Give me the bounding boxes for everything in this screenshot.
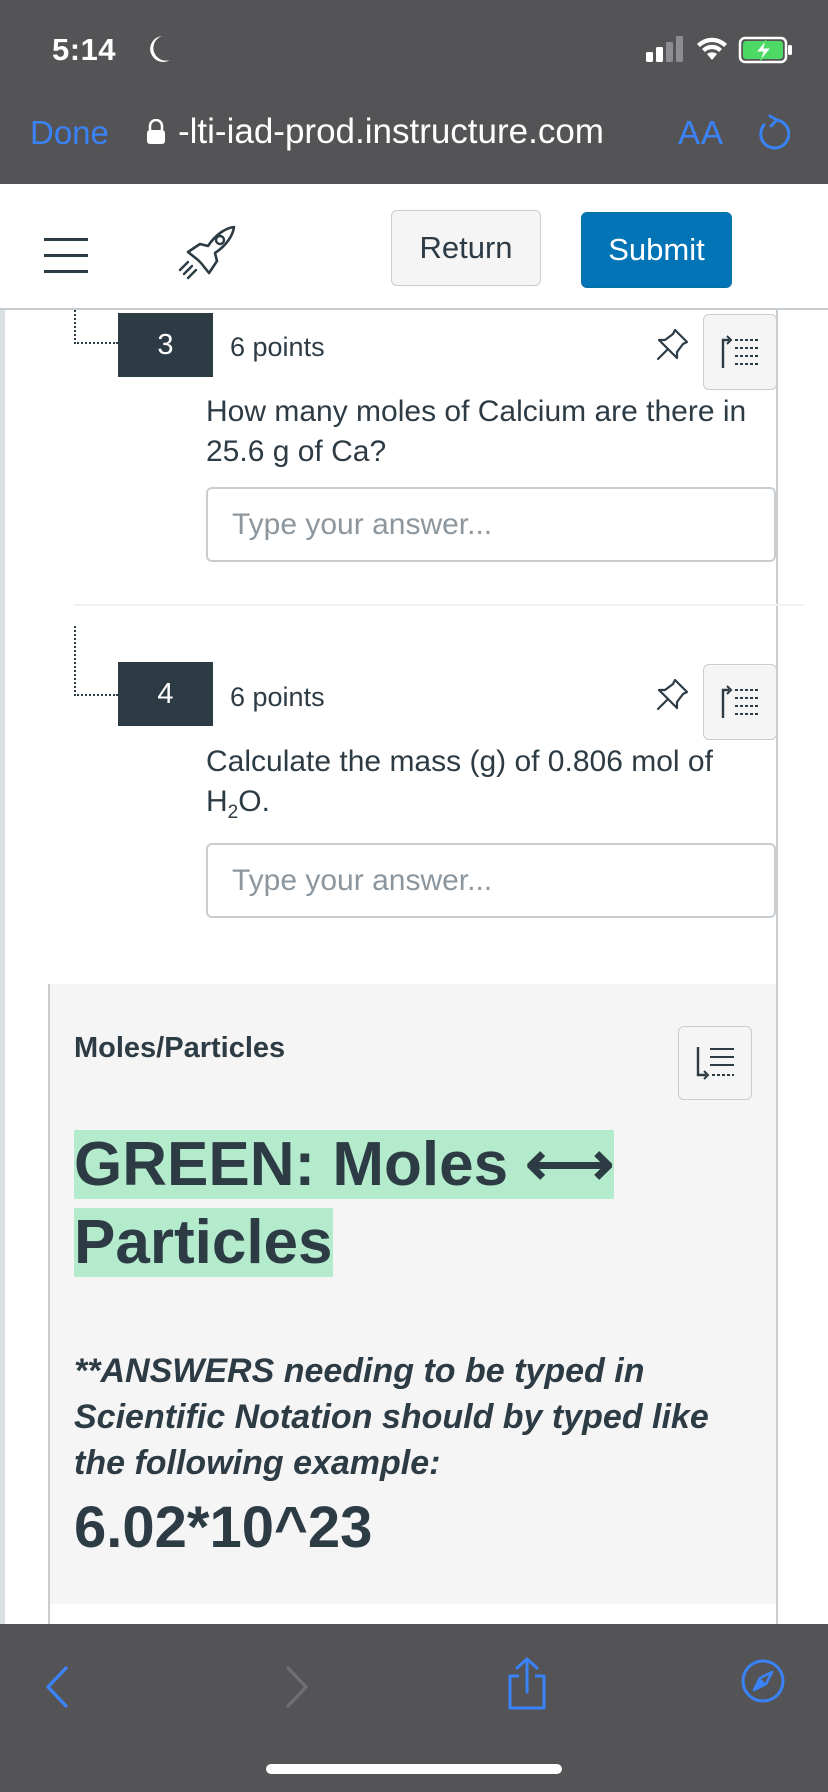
status-time: 5:14 [52,32,170,68]
question-text-end: O. [238,785,270,818]
content-right-border [776,310,778,1624]
home-indicator[interactable] [266,1764,562,1774]
url-bar[interactable]: -lti-iad-prod.instructure.com [146,112,604,152]
flag-question-icon [721,335,759,368]
question-connector [74,310,118,344]
status-time-text: 5:14 [52,32,117,67]
text-size-button[interactable]: AA [678,114,724,152]
reload-icon[interactable] [756,114,790,152]
forward-icon [286,1666,308,1708]
moon-icon [148,34,172,72]
battery-charging-icon [738,36,792,64]
question-number-badge: 4 [118,662,213,726]
highlighted-heading: GREEN: Moles ⟷ Particles [74,1126,694,1282]
submit-button[interactable]: Submit [581,212,732,288]
text-block-flag-button[interactable] [678,1026,752,1100]
answer-input[interactable] [206,487,776,562]
pin-icon[interactable] [655,326,691,362]
share-icon[interactable] [504,1656,550,1712]
flag-question-button[interactable] [703,664,777,740]
done-button[interactable]: Done [30,114,109,152]
rocket-icon [178,225,236,280]
text-size-label: AA [678,114,725,151]
cellular-signal-icon [646,36,683,62]
question-points: 6 points [230,682,325,712]
answer-input[interactable] [206,843,776,918]
lock-icon [147,119,165,144]
question-divider [74,604,804,606]
scientific-notation-note: **ANSWERS needing to be typed in Scienti… [74,1352,709,1482]
url-text: -lti-iad-prod.instructure.com [178,112,604,151]
text-block-title: Moles/Particles [74,1032,286,1064]
status-indicators [646,36,796,66]
menu-icon[interactable] [44,238,88,274]
wifi-icon [697,37,727,60]
heading-highlight: GREEN: Moles ⟷ Particles [74,1130,615,1277]
quiz-header: Return Submit [0,184,828,310]
question-text: Calculate the mass (g) of 0.806 mol of H… [206,742,772,833]
text-only-question: Moles/Particles GREEN: Moles ⟷ Particles… [50,984,776,1604]
back-icon[interactable] [40,1664,74,1710]
question-text-main: Calculate the mass (g) of 0.806 mol of H [206,745,713,818]
compass-icon[interactable] [740,1658,786,1704]
return-button[interactable]: Return [391,210,541,286]
flag-question-icon [721,685,759,718]
browser-top-chrome: 5:14 Done -lti-iad-prod.instructure.com … [0,0,828,184]
question-points: 6 points [230,332,325,362]
question-connector [74,626,118,696]
browser-bottom-toolbar [0,1624,828,1792]
pin-icon[interactable] [655,676,691,712]
flag-question-icon [696,1047,734,1080]
question-number-badge: 3 [118,313,213,377]
scientific-notation-example: 6.02*10^23 [74,1495,373,1560]
question-text-subscript: 2 [227,802,239,823]
flag-question-button[interactable] [703,314,777,390]
question-text: How many moles of Calcium are there in 2… [206,395,747,468]
left-scroll-edge [0,310,5,1624]
quiz-content: 3 6 points How many moles of Calcium are… [0,310,828,1624]
